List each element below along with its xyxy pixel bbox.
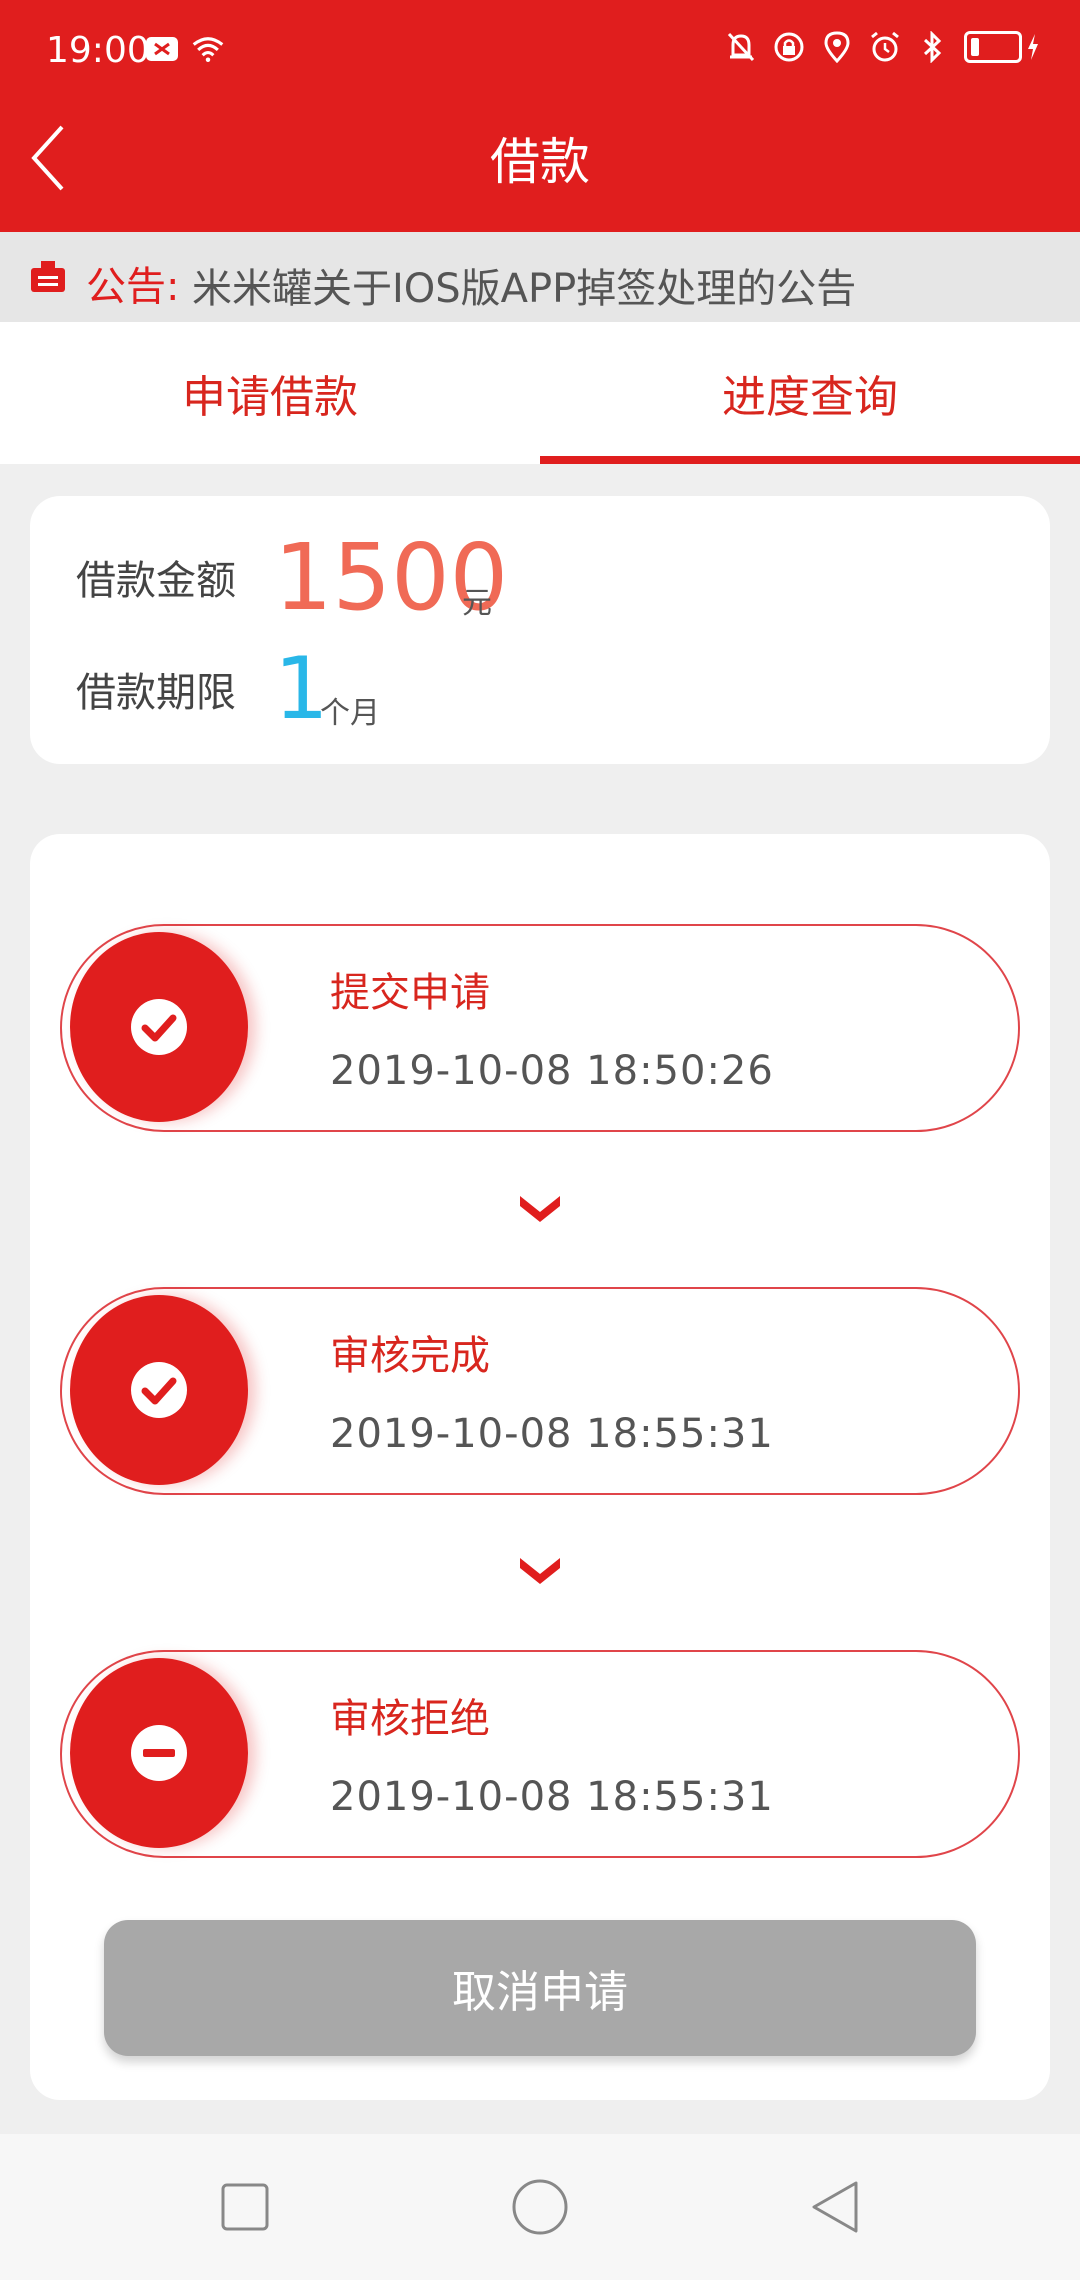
square-icon [221,2183,269,2231]
check-icon [131,999,187,1055]
step-time: 2019-10-08 18:55:31 [330,1411,774,1457]
wifi-icon [191,32,225,66]
tab-progress-query[interactable]: 进度查询 [540,322,1080,464]
step-time: 2019-10-08 18:55:31 [330,1774,774,1820]
progress-step: 提交申请 2019-10-08 18:50:26 [60,924,1020,1132]
tab-bar: 申请借款 进度查询 [0,322,1080,464]
app-header: 19:00 借款 [0,0,1080,232]
active-tab-indicator [540,456,1080,464]
cancel-application-button[interactable]: 取消申请 [104,1920,976,2056]
amount-label: 借款金额 [76,558,236,604]
chevron-down-icon [520,1196,560,1222]
tab-apply-loan[interactable]: 申请借款 [0,322,540,464]
battery-icon [964,31,1040,63]
step-title: 审核完成 [330,1333,490,1379]
home-button[interactable] [505,2172,575,2242]
page-title: 借款 [490,133,590,191]
step-status-circle [70,932,248,1122]
system-nav-bar [0,2134,1080,2280]
chevron-down-icon [520,1558,560,1584]
progress-step: 审核拒绝 2019-10-08 18:55:31 [60,1650,1020,1858]
step-title: 审核拒绝 [330,1696,490,1742]
triangle-back-icon [812,2181,858,2233]
bluetooth-icon [916,30,950,64]
mute-icon [724,30,758,64]
step-time: 2019-10-08 18:50:26 [330,1048,774,1094]
lock-rotation-icon [772,30,806,64]
notice-label: 公告: [86,264,180,310]
notice-text[interactable]: 米米罐关于IOS版APP掉签处理的公告 [192,256,856,314]
check-icon [131,1362,187,1418]
message-icon [145,32,179,66]
loan-summary-card: 借款金额 1500 元 借款期限 1 个月 [30,496,1050,764]
minus-icon [131,1725,187,1781]
circle-icon [512,2179,568,2235]
term-label: 借款期限 [76,670,236,716]
step-status-circle [70,1658,248,1848]
status-right-icons [724,30,1040,64]
notice-bar[interactable]: 公告: 米米罐关于IOS版APP掉签处理的公告 [0,232,1080,322]
amount-unit: 元 [462,586,492,621]
announcement-icon [28,256,68,296]
term-unit: 个月 [320,696,380,731]
recent-apps-button[interactable] [210,2172,280,2242]
progress-step: 审核完成 2019-10-08 18:55:31 [60,1287,1020,1495]
back-nav-button[interactable] [800,2172,870,2242]
step-status-circle [70,1295,248,1485]
alarm-icon [868,30,902,64]
location-icon [820,30,854,64]
step-title: 提交申请 [330,970,490,1016]
status-left-icons [145,32,225,66]
status-time: 19:00 [46,30,150,71]
